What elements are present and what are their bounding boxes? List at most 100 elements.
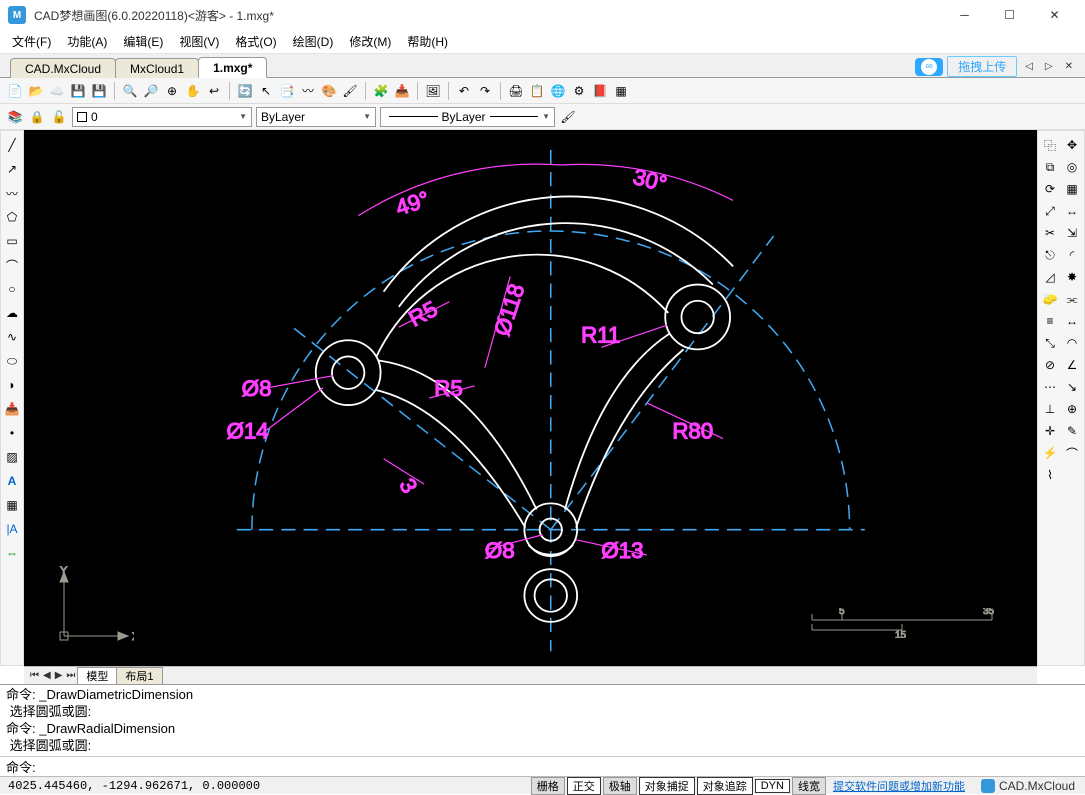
grid-toggle[interactable]: 栅格 [531,777,565,795]
save-icon[interactable]: 💾 [69,82,87,100]
polygon-icon[interactable]: ⬠ [2,207,22,227]
minimize-button[interactable]: ─ [942,0,987,30]
drawing-viewport[interactable]: 49° 30° Ø118 R5 R5 R11 R80 [24,130,1037,666]
erase-icon[interactable]: 🧽 [1040,289,1060,309]
zoom-in-icon[interactable]: 🔎 [142,82,160,100]
rectangle-icon[interactable]: ▭ [2,231,22,251]
next-tab-button[interactable]: ▶ [53,670,65,681]
settings-icon[interactable]: ⚙ [570,82,588,100]
array-icon[interactable]: ▦ [1062,179,1082,199]
mirror-icon[interactable]: ⧉ [1040,157,1060,177]
menu-view[interactable]: 视图(V) [171,31,227,52]
color-dropdown[interactable]: ByLayer ▼ [256,107,376,127]
join-icon[interactable]: ⫘ [1062,289,1082,309]
ellipse-icon[interactable]: ⬭ [2,351,22,371]
lineweight-toggle[interactable]: 线宽 [792,777,826,795]
linetype-dropdown[interactable]: ByLayer ▼ [380,107,555,127]
zoom-previous-icon[interactable]: ↩ [205,82,223,100]
leader-icon[interactable]: ↘ [1062,377,1082,397]
quick-dim-icon[interactable]: ⚡ [1040,443,1060,463]
save-as-icon[interactable]: 💾 [90,82,108,100]
osnap-toggle[interactable]: 对象捕捉 [639,777,695,795]
text-icon[interactable]: A [2,471,22,491]
scale-icon[interactable]: ⤢ [1040,201,1060,221]
extend-icon[interactable]: ⇲ [1062,223,1082,243]
dim-linear-icon[interactable]: ↔ [1062,311,1082,331]
undo-icon[interactable]: ↶ [455,82,473,100]
menu-file[interactable]: 文件(F) [4,31,59,52]
menu-modify[interactable]: 修改(M) [341,31,399,52]
tab-prev-button[interactable]: ◁ [1021,61,1037,72]
otrack-toggle[interactable]: 对象追踪 [697,777,753,795]
plot-preview-icon[interactable]: 📋 [528,82,546,100]
properties-brush-icon[interactable]: 🖌 [559,108,577,126]
polyline-icon[interactable]: 〰 [2,183,22,203]
menu-function[interactable]: 功能(A) [59,31,115,52]
prev-tab-button[interactable]: ◀ [41,670,53,681]
drag-upload-label[interactable]: 拖拽上传 [947,56,1017,77]
first-tab-button[interactable]: ⏮ [28,670,41,681]
trim-icon[interactable]: ✂ [1040,223,1060,243]
center-mark-icon[interactable]: ✛ [1040,421,1060,441]
dim-radius-icon[interactable]: ◠ [1062,333,1082,353]
revcloud-icon[interactable]: ☁ [2,303,22,323]
redo-icon[interactable]: ↷ [476,82,494,100]
maximize-button[interactable]: ☐ [987,0,1032,30]
open-cloud-icon[interactable]: ☁️ [48,82,66,100]
table-icon[interactable]: ▦ [612,82,630,100]
tolerance-icon[interactable]: ⊕ [1062,399,1082,419]
arc-length-icon[interactable]: ⌒ [1062,443,1082,463]
rotate-icon[interactable]: ⟳ [1040,179,1060,199]
model-tab[interactable]: 模型 [77,667,117,685]
tab-1-mxg[interactable]: 1.mxg* [198,57,267,78]
dim-aligned-icon[interactable]: ⤡ [1040,333,1060,353]
insert-icon[interactable]: 📥 [393,82,411,100]
polar-toggle[interactable]: 极轴 [603,777,637,795]
layer-iso-icon[interactable]: 🔓 [50,108,68,126]
pdf-icon[interactable]: 📕 [591,82,609,100]
open-file-icon[interactable]: 📂 [27,82,45,100]
move-icon[interactable]: ✥ [1062,135,1082,155]
print-icon[interactable]: 🖨 [507,82,525,100]
arc-icon[interactable]: ⌒ [2,255,22,275]
dim-diameter-icon[interactable]: ⊘ [1040,355,1060,375]
dyn-toggle[interactable]: DYN [755,779,790,793]
insert-block-icon[interactable]: 📥 [2,399,22,419]
explode-icon[interactable]: ✸ [1062,267,1082,287]
dtext-icon[interactable]: |A [2,519,22,539]
menu-draw[interactable]: 绘图(D) [285,31,342,52]
offset-icon[interactable]: ◎ [1062,157,1082,177]
regen-icon[interactable]: 🔄 [236,82,254,100]
stretch-icon[interactable]: ↔ [1062,201,1082,221]
pan-icon[interactable]: ✋ [184,82,202,100]
zoom-window-icon[interactable]: 🔍 [121,82,139,100]
menu-format[interactable]: 格式(O) [227,31,284,52]
menu-help[interactable]: 帮助(H) [399,31,456,52]
linetype-icon[interactable]: 〰 [299,82,317,100]
new-file-icon[interactable]: 📄 [6,82,24,100]
last-tab-button[interactable]: ⏭ [64,670,77,681]
layer-dropdown[interactable]: 0 ▼ [72,107,252,127]
ordinate-icon[interactable]: ⊥ [1040,399,1060,419]
close-button[interactable]: ✕ [1032,0,1077,30]
block-icon[interactable]: 🧩 [372,82,390,100]
dim-angular-icon[interactable]: ∠ [1062,355,1082,375]
upload-button[interactable]: ∞ [915,58,943,76]
tab-close-button[interactable]: ✕ [1061,61,1077,72]
layer-stack-icon[interactable]: 📚 [6,108,24,126]
xline-icon[interactable]: ↗ [2,159,22,179]
image-icon[interactable]: 🖼 [424,82,442,100]
match-prop-icon[interactable]: 🖌 [341,82,359,100]
menu-edit[interactable]: 编辑(E) [115,31,171,52]
layer-lock-icon[interactable]: 🔒 [28,108,46,126]
circle-icon[interactable]: ○ [2,279,22,299]
feedback-link[interactable]: 提交软件问题或增加新功能 [827,778,971,794]
layer-mgr-icon[interactable]: 📑 [278,82,296,100]
dimension-icon[interactable]: ⇔ [2,543,22,563]
dim-edit-icon[interactable]: ✎ [1062,421,1082,441]
copy-icon[interactable]: ⿻ [1040,135,1060,155]
chamfer-icon[interactable]: ◿ [1040,267,1060,287]
command-history[interactable]: 命令: _DrawDiametricDimension 选择圆弧或圆: 命令: … [0,685,1085,756]
dim-continue-icon[interactable]: ⋯ [1040,377,1060,397]
ortho-toggle[interactable]: 正交 [567,777,601,795]
